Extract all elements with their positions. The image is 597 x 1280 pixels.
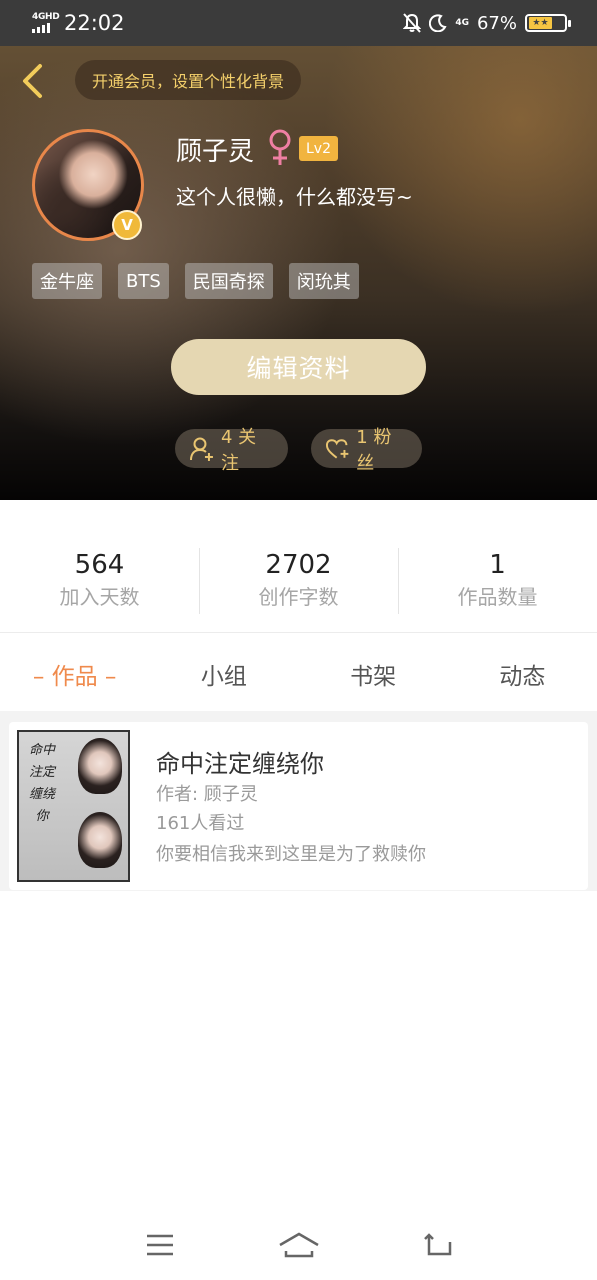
work-card[interactable]: 命中注定缠绕你 命中注定缠绕你 作者: 顾子灵 161人看过 你要相信我来到这里… bbox=[9, 722, 588, 890]
stat-value: 1 bbox=[489, 550, 506, 580]
user-add-icon bbox=[189, 437, 213, 461]
stat-word-count: 2702 创作字数 bbox=[199, 548, 398, 616]
menu-icon bbox=[146, 1234, 173, 1256]
following-button[interactable]: 4 关注 bbox=[175, 427, 288, 474]
tab-groups[interactable]: 小组 bbox=[149, 650, 298, 698]
tab-bookshelf[interactable]: 书架 bbox=[299, 650, 448, 698]
tab-activity[interactable]: 动态 bbox=[448, 650, 597, 698]
chevron-left-icon bbox=[23, 64, 42, 98]
bio-text: 这个人很懒，什么都没写~ bbox=[176, 185, 413, 209]
stat-value: 2702 bbox=[265, 550, 332, 580]
home-button[interactable] bbox=[269, 1220, 329, 1270]
stat-value: 564 bbox=[74, 550, 125, 580]
vip-background-banner[interactable]: 开通会员，设置个性化背景 bbox=[75, 60, 302, 100]
network-type-label: 4GHD bbox=[32, 12, 60, 22]
female-icon bbox=[269, 129, 291, 165]
menu-button[interactable] bbox=[130, 1220, 190, 1270]
back-button[interactable] bbox=[18, 62, 46, 100]
stats-row: 564 加入天数 2702 创作字数 1 作品数量 bbox=[0, 548, 597, 616]
stat-label: 创作字数 bbox=[258, 585, 339, 609]
edit-profile-button[interactable]: 编辑资料 bbox=[171, 339, 426, 395]
mobile-data-label: 4G bbox=[455, 18, 469, 28]
stat-label: 作品数量 bbox=[457, 585, 538, 609]
following-count: 4 关注 bbox=[220, 426, 257, 474]
divider bbox=[0, 632, 597, 633]
work-author: 作者: 顾子灵 bbox=[156, 784, 258, 805]
battery-percent: 67% bbox=[476, 12, 517, 34]
tab-works[interactable]: – 作品 – bbox=[0, 650, 149, 698]
fans-button[interactable]: 1 粉丝 bbox=[311, 427, 422, 474]
tag-item[interactable]: 闵玧其 bbox=[288, 263, 359, 299]
home-icon bbox=[278, 1232, 319, 1258]
work-views: 161人看过 bbox=[156, 813, 245, 834]
mute-bell-icon bbox=[403, 13, 422, 33]
heart-add-icon bbox=[325, 438, 349, 458]
tag-item[interactable]: 金牛座 bbox=[32, 263, 102, 299]
status-bar: 4GHD 22:02 4G 67% ★★ bbox=[0, 0, 597, 46]
moon-icon bbox=[429, 14, 447, 32]
tag-item[interactable]: BTS bbox=[118, 263, 169, 299]
back-nav-button[interactable] bbox=[408, 1220, 468, 1270]
battery-icon: ★★ bbox=[525, 14, 571, 32]
profile-tabs: – 作品 – 小组 书架 动态 bbox=[0, 650, 597, 698]
cover-title: 命中注定缠绕你 bbox=[28, 743, 55, 824]
return-icon bbox=[423, 1233, 451, 1256]
work-title: 命中注定缠绕你 bbox=[156, 750, 324, 778]
username: 顾子灵 bbox=[176, 137, 255, 167]
stat-label: 加入天数 bbox=[59, 585, 140, 609]
tag-list: 金牛座 BTS 民国奇探 闵玧其 bbox=[32, 263, 359, 299]
system-nav-bar bbox=[0, 1210, 597, 1280]
verified-badge: V bbox=[112, 210, 142, 240]
fans-count: 1 粉丝 bbox=[356, 426, 392, 474]
stat-works-count: 1 作品数量 bbox=[398, 548, 597, 616]
stat-days-joined: 564 加入天数 bbox=[0, 548, 199, 616]
work-description: 你要相信我来到这里是为了救赎你 bbox=[156, 844, 426, 865]
battery-fill: ★★ bbox=[529, 17, 552, 29]
book-cover: 命中注定缠绕你 bbox=[17, 730, 130, 882]
tag-item[interactable]: 民国奇探 bbox=[184, 263, 273, 299]
clock: 22:02 bbox=[64, 11, 125, 35]
signal-icon: 4GHD bbox=[32, 12, 60, 34]
level-badge: Lv2 bbox=[299, 136, 338, 161]
